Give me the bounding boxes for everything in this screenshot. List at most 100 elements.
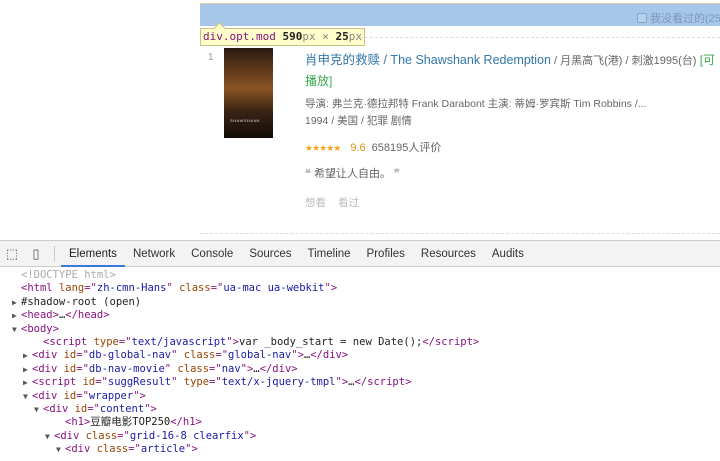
title-other: / 月黑高飞(港) / 刺激1995(台)	[550, 55, 697, 67]
expand-arrow-icon[interactable]: ▶	[23, 349, 32, 362]
tooltip-selector: div.opt.mod	[203, 30, 276, 43]
dom-node-line[interactable]: ▶ #shadow-root (open)	[0, 296, 720, 309]
highlighted-element-overlay: 我没看过的(25	[200, 3, 720, 26]
title-en[interactable]: / The Shawshank Redemption	[380, 53, 550, 67]
movie-info: 导演: 弗兰克·德拉邦特 Frank Darabont 主演: 蒂姆·罗宾斯 T…	[305, 96, 647, 130]
tab-audits[interactable]: Audits	[484, 241, 532, 267]
dom-node-line[interactable]: ▼ <div class="grid-16-8 clearfix">	[0, 430, 720, 443]
dom-token-val: text/javascript	[131, 335, 227, 348]
want-to-watch-button[interactable]: 想看	[305, 197, 326, 209]
dom-token-tag: "	[166, 282, 180, 295]
watched-button[interactable]: 看过	[338, 197, 359, 209]
collapse-arrow-icon[interactable]: ▼	[45, 430, 54, 443]
divider	[360, 37, 720, 38]
expand-arrow-icon[interactable]: ▶	[23, 363, 32, 376]
tooltip-height: 25	[335, 30, 349, 43]
movie-rank: 1	[208, 52, 214, 63]
dom-token-tag: </div>	[310, 349, 349, 362]
movie-title[interactable]: 肖申克的救赎 / The Shawshank Redemption / 月黑高飞…	[305, 50, 720, 91]
dom-token-tag: ="	[209, 376, 222, 389]
dom-token-tag: "	[171, 376, 184, 389]
rating-score: 9.6	[350, 142, 366, 154]
dom-token-attr: class	[85, 429, 118, 442]
dom-node-line[interactable]: <!DOCTYPE html>	[0, 269, 720, 282]
dom-token-val: suggResult	[107, 376, 172, 389]
expand-arrow-icon[interactable]: ▶	[12, 309, 21, 322]
collapse-arrow-icon[interactable]: ▼	[12, 323, 21, 336]
tab-network[interactable]: Network	[125, 241, 183, 267]
dom-token-tag: <head>	[21, 309, 59, 322]
expand-arrow-icon[interactable]: ▶	[23, 376, 32, 389]
collapse-arrow-icon[interactable]: ▼	[23, 390, 32, 403]
toolbar-separator	[54, 245, 55, 262]
dom-node-line[interactable]: ▼ <div id="content">	[0, 403, 720, 416]
tab-timeline[interactable]: Timeline	[300, 241, 359, 267]
director-cast: 导演: 弗兰克·德拉邦特 Frank Darabont 主演: 蒂姆·罗宾斯 T…	[305, 98, 647, 110]
dom-node-line[interactable]: ▶ <div id="db-nav-movie" class="nav">…</d…	[0, 363, 720, 376]
checkbox[interactable]	[637, 13, 647, 23]
dom-token-tag: <script	[32, 376, 83, 389]
expand-arrow-icon[interactable]: ▶	[12, 296, 21, 309]
movie-poster[interactable]: SHAWSHANK	[224, 48, 273, 138]
dom-token-tag: <div	[65, 443, 97, 456]
dom-token-tag: <div	[32, 389, 64, 402]
quote-close-icon: ❞	[394, 168, 400, 180]
tooltip-width: 590	[282, 30, 303, 43]
dom-token-tag: ="	[128, 443, 141, 456]
tab-profiles[interactable]: Profiles	[359, 241, 413, 267]
dom-token-tag: ="	[84, 282, 97, 295]
dom-token-attr: class	[179, 282, 211, 295]
dom-token-val: text/x-jquery-tmpl	[221, 376, 336, 389]
device-mode-icon[interactable]: ▯	[24, 246, 48, 262]
dom-token-tag: "	[171, 349, 184, 362]
dom-token-attr: id	[63, 349, 77, 362]
collapse-arrow-icon[interactable]: ▼	[34, 403, 43, 416]
dom-node-line[interactable]: ▶ <head>…</head>	[0, 309, 720, 322]
dom-token-tag: <div	[32, 362, 64, 375]
tooltip-times: ×	[322, 30, 329, 43]
dom-token-val: content	[99, 402, 145, 415]
dom-token-val: db-global-nav	[88, 349, 172, 362]
dom-token-tag: </h1>	[170, 416, 202, 429]
tab-resources[interactable]: Resources	[413, 241, 484, 267]
dom-token-val: global-nav	[228, 349, 292, 362]
dom-token-attr: type	[183, 376, 210, 389]
dom-token-tag: <div	[54, 429, 86, 442]
dom-node-line[interactable]: ▼ <div id="wrapper">	[0, 390, 720, 403]
collapse-arrow-icon[interactable]: ▼	[56, 443, 65, 456]
inspect-element-icon[interactable]: ⬚	[0, 246, 24, 262]
dom-token-tag: ">	[243, 429, 257, 442]
dom-token-tag: ="	[76, 389, 89, 402]
dom-node-line[interactable]: <script type="text/javascript">var _body…	[0, 336, 720, 349]
dom-node-line[interactable]: ▼ <body>	[0, 323, 720, 336]
tab-console[interactable]: Console	[183, 241, 241, 267]
dom-token-tag: ">	[324, 282, 338, 295]
dom-token-tag: ">	[240, 362, 254, 375]
quote-open-icon: ❝	[305, 168, 311, 180]
dom-token-attr: id	[74, 402, 88, 415]
dom-token-tag: </head>	[65, 309, 110, 322]
dom-token-tag: ="	[117, 429, 130, 442]
dom-node-line[interactable]: ▼ <div class="article">	[0, 443, 720, 456]
dom-token-attr: id	[82, 376, 96, 389]
dom-token-tag: ="	[76, 349, 89, 362]
movie-quote: ❝ 希望让人自由。 ❞	[305, 165, 400, 181]
devtools-panel: ⬚ ▯ Elements Network Console Sources Tim…	[0, 240, 720, 461]
dom-node-line[interactable]: ▶ <div id="db-global-nav" class="global-n…	[0, 349, 720, 362]
star-rating-icon: ★★★★★	[305, 143, 341, 153]
unwatched-filter[interactable]: 我没看过的(25	[637, 10, 720, 26]
dom-token-tag: ="	[215, 349, 229, 362]
title-cn[interactable]: 肖申克的救赎	[305, 53, 380, 67]
tab-sources[interactable]: Sources	[241, 241, 299, 267]
divider	[200, 233, 720, 234]
dom-token-tag: ="	[209, 362, 222, 375]
web-page: 我没看过的(25 div.opt.mod 590px × 25px 1 SHAW…	[0, 0, 720, 240]
dom-node-line[interactable]: <html lang="zh-cmn-Hans" class="ua-mac u…	[0, 282, 720, 295]
dom-node-line[interactable]: ▶ <script id="suggResult" type="text/x-jq…	[0, 376, 720, 389]
dom-token-attr: class	[183, 349, 216, 362]
dom-token-tag: ">	[291, 349, 304, 362]
dom-token-tag: ">	[144, 402, 157, 415]
tab-elements[interactable]: Elements	[61, 241, 125, 267]
devtools-toolbar: ⬚ ▯ Elements Network Console Sources Tim…	[0, 241, 720, 267]
dom-node-line[interactable]: <h1>豆瓣电影TOP250</h1>	[0, 416, 720, 429]
